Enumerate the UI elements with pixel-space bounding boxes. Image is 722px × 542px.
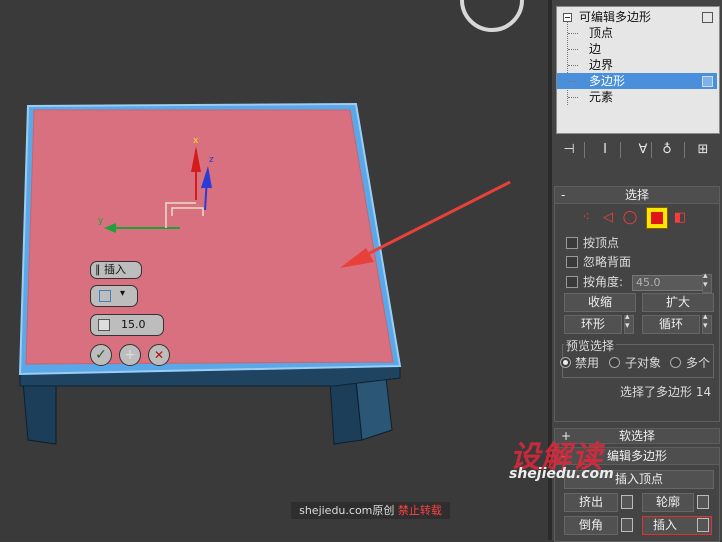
- ignore-backfacing-label: 忽略背面: [583, 255, 632, 269]
- tree-branch: [568, 49, 578, 50]
- toolbar-separator: [651, 142, 652, 158]
- ok-button[interactable]: ✓: [90, 344, 112, 366]
- gizmo-y-label: y: [98, 216, 104, 226]
- remove-modifier-icon[interactable]: ♁: [658, 142, 676, 158]
- stack-item-vertex[interactable]: 顶点: [557, 25, 717, 41]
- preview-subobject-radio[interactable]: [609, 357, 620, 368]
- stack-item-label: 可编辑多边形: [579, 10, 652, 24]
- stack-item-label: 边: [589, 42, 602, 56]
- show-end-result-icon[interactable]: Ⅰ: [596, 142, 614, 158]
- tree-branch: [568, 65, 578, 66]
- gizmo-x-label: x: [193, 136, 199, 146]
- stack-item-element[interactable]: 元素: [557, 89, 717, 105]
- watermark-bar: shejiedu.com原创 禁止转载: [291, 502, 450, 519]
- watermark-logo: 设解读: [510, 440, 603, 475]
- by-angle-label: 按角度:: [583, 275, 624, 289]
- inset-settings-icon[interactable]: [697, 518, 709, 532]
- stack-item-edge[interactable]: 边: [557, 41, 717, 57]
- amount-icon: [98, 319, 110, 331]
- stack-toolbar: ⊣ Ⅰ ∀ ♁ ⊞: [556, 140, 718, 162]
- stack-item-border[interactable]: 边界: [557, 57, 717, 73]
- stack-item-label: 元素: [589, 90, 614, 104]
- preview-off-radio[interactable]: [560, 357, 571, 368]
- bevel-button[interactable]: 倒角: [564, 516, 618, 535]
- toolbar-separator: [584, 142, 585, 158]
- stack-item-label: 多边形: [589, 74, 626, 88]
- preview-selection-title: 预览选择: [564, 337, 617, 354]
- selection-status: 选择了多边形 14: [620, 385, 712, 399]
- element-level-icon[interactable]: ◧: [672, 210, 688, 226]
- toolbar-separator: [620, 142, 621, 158]
- by-vertex-label: 按顶点: [583, 236, 620, 250]
- configure-sets-icon[interactable]: ⊞: [694, 142, 712, 158]
- selected-face[interactable]: [25, 109, 394, 365]
- watermark-original: 原创: [372, 504, 395, 517]
- stack-item-label: 顶点: [589, 26, 614, 40]
- toolbar-separator: [684, 142, 685, 158]
- viewcube-ring[interactable]: [460, 0, 524, 32]
- gizmo-z-label: z: [209, 155, 214, 165]
- collapse-minus-icon: -: [561, 188, 566, 202]
- selection-title: 选择: [624, 188, 649, 202]
- collapse-icon: [563, 13, 572, 22]
- modifier-stack-list[interactable]: 可编辑多边形 顶点 边 边界 多边形 元素: [556, 6, 720, 134]
- chevron-down-icon: ▾: [120, 288, 126, 299]
- tree-branch: [568, 97, 578, 98]
- table-leg-side[interactable]: [355, 377, 393, 441]
- preview-multi-radio[interactable]: [670, 357, 681, 368]
- preview-multi-label: 多个: [686, 356, 711, 370]
- outline-button[interactable]: 轮廓: [642, 493, 694, 512]
- cancel-button[interactable]: ✕: [148, 344, 170, 366]
- edge-level-icon[interactable]: ◁: [600, 210, 616, 226]
- ring-spinner[interactable]: [624, 312, 634, 334]
- outline-settings-icon[interactable]: [697, 495, 709, 509]
- extrude-button[interactable]: 挤出: [564, 493, 618, 512]
- inset-caddy-title[interactable]: ∥ 插入: [90, 261, 142, 279]
- watermark-warning: 禁止转载: [397, 504, 442, 517]
- extrude-settings-icon[interactable]: [621, 495, 633, 509]
- stack-item-polygon[interactable]: 多边形: [557, 73, 717, 89]
- shrink-button[interactable]: 收缩: [564, 293, 636, 312]
- selection-rollout-header[interactable]: - 选择: [555, 187, 719, 204]
- preview-subobject-label: 子对象: [625, 356, 662, 370]
- caddy-title: 插入: [104, 263, 126, 276]
- stack-state-icon: [702, 76, 713, 87]
- scene-canvas[interactable]: y x z: [0, 0, 548, 540]
- perspective-viewport[interactable]: y x z ∥ 插入 ▾ 15.0 ✓ + ✕ shejiedu.com原创 禁…: [0, 0, 548, 540]
- ring-button[interactable]: 环形: [564, 315, 622, 334]
- tree-branch: [568, 33, 578, 34]
- bevel-settings-icon[interactable]: [621, 518, 633, 532]
- caddy-grip-icon: ∥: [95, 263, 101, 276]
- angle-spinner[interactable]: [702, 271, 712, 293]
- watermark-url: shejiedu.com: [509, 466, 614, 482]
- grow-button[interactable]: 扩大: [642, 293, 714, 312]
- stack-state-icon: [702, 12, 713, 23]
- apply-continue-button[interactable]: +: [119, 344, 141, 366]
- angle-input[interactable]: 45.0: [632, 275, 703, 291]
- preview-off-label: 禁用: [575, 356, 600, 370]
- stack-item-label: 边界: [589, 58, 614, 72]
- polygon-level-icon[interactable]: [646, 207, 668, 229]
- watermark-site: shejiedu.com: [299, 504, 373, 517]
- loop-spinner[interactable]: [702, 312, 712, 334]
- pin-stack-icon[interactable]: ⊣: [560, 142, 578, 158]
- stack-item-editable-poly[interactable]: 可编辑多边形: [557, 9, 717, 25]
- amount-value: 15.0: [121, 318, 146, 331]
- inset-amount-field[interactable]: 15.0: [90, 314, 164, 336]
- inset-type-dropdown[interactable]: ▾: [90, 285, 138, 307]
- make-unique-icon[interactable]: ∀: [634, 142, 652, 158]
- vertex-level-icon[interactable]: ⁖: [578, 210, 594, 226]
- group-icon: [99, 290, 111, 302]
- tree-branch: [568, 81, 578, 82]
- border-level-icon[interactable]: ◯: [622, 210, 638, 226]
- loop-button[interactable]: 循环: [642, 315, 700, 334]
- inset-label: 插入: [653, 518, 678, 532]
